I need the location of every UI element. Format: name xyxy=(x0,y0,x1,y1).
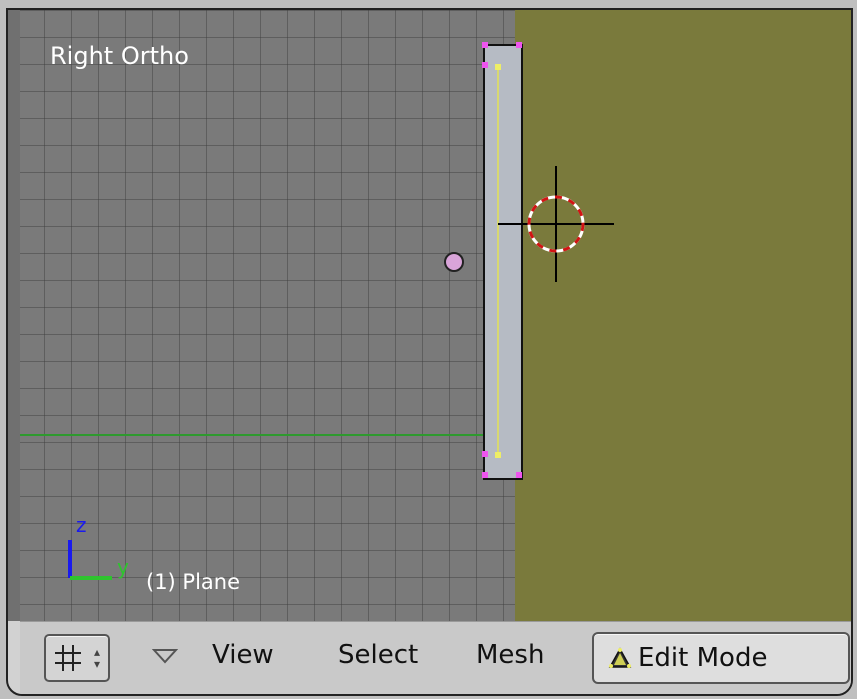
3d-view-window: Right Ortho z y (1) Plane ▴ ▾ View Selec… xyxy=(6,8,853,696)
collapse-menu-icon[interactable] xyxy=(152,648,178,664)
grid-icon xyxy=(55,645,81,671)
y-axis-line xyxy=(20,434,500,436)
3d-cursor-icon[interactable] xyxy=(498,166,618,286)
vertex[interactable] xyxy=(516,472,522,478)
vertex[interactable] xyxy=(482,472,488,478)
axis-y-label: y xyxy=(117,555,129,579)
menu-mesh[interactable]: Mesh xyxy=(476,640,544,670)
updown-arrows-icon: ▴ ▾ xyxy=(94,645,101,671)
vertex[interactable] xyxy=(482,451,488,457)
view-label: Right Ortho xyxy=(50,42,189,70)
mode-label: Edit Mode xyxy=(638,643,768,673)
menu-select[interactable]: Select xyxy=(338,640,418,670)
editor-type-select[interactable]: ▴ ▾ xyxy=(44,634,110,682)
object-origin-dot[interactable] xyxy=(444,252,464,272)
vertex[interactable] xyxy=(482,42,488,48)
selected-vertex[interactable] xyxy=(495,452,501,458)
vertex[interactable] xyxy=(516,42,522,48)
active-object-label: (1) Plane xyxy=(146,570,241,594)
axis-gizmo-icon: z y xyxy=(68,513,129,580)
edit-mode-icon xyxy=(608,647,632,668)
vertex[interactable] xyxy=(482,62,488,68)
3d-view-header: ▴ ▾ View Select Mesh Edit Mode xyxy=(20,621,851,694)
mode-select-button[interactable]: Edit Mode xyxy=(592,632,850,684)
selected-vertex[interactable] xyxy=(495,64,501,70)
object-background-region xyxy=(515,10,851,621)
3d-viewport[interactable]: Right Ortho z y (1) Plane xyxy=(20,10,851,621)
axis-z-label: z xyxy=(76,513,87,537)
menu-view[interactable]: View xyxy=(212,640,274,670)
